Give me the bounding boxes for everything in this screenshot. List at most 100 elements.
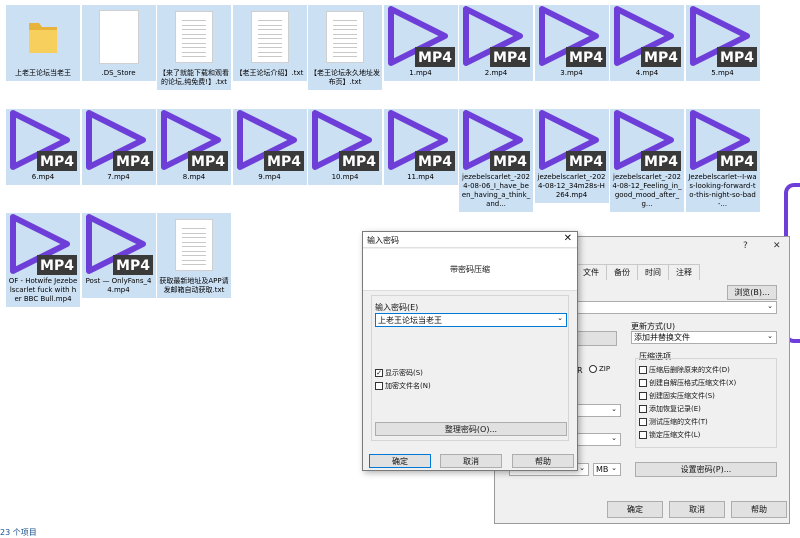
file-name: jezebelscarlet_-2024-08-12_34m28s-H264.m… <box>537 173 606 199</box>
compression-method-select[interactable]: ⌄ <box>573 404 621 417</box>
file-item[interactable]: MP4 9.mp4 <box>232 109 307 185</box>
chevron-down-icon: ⌄ <box>579 464 585 472</box>
file-item[interactable]: MP4 jezebelscarlet_-2024-08-06_I_have_bee… <box>459 109 533 212</box>
mp4-badge: MP4 <box>493 154 527 170</box>
option-checkbox[interactable]: 测试压缩的文件(T) <box>639 417 708 427</box>
file-item[interactable]: 【来了就能下载和观看的论坛,纯免费!】.txt <box>157 5 231 90</box>
mp4-play-icon: MP4 <box>689 110 757 171</box>
password-value: 上老王论坛当老王 <box>378 315 442 325</box>
text-line <box>182 42 206 44</box>
mp4-play-icon: MP4 <box>312 110 379 171</box>
file-item[interactable]: MP4 3.mp4 <box>534 5 609 81</box>
option-checkbox[interactable]: 添加恢复记录(E) <box>639 404 701 414</box>
archive-name-select[interactable]: ⌄ <box>573 301 777 314</box>
mp4-play-icon: MP4 <box>689 6 757 67</box>
mp4-play-icon: MP4 <box>10 214 77 275</box>
archive-help-button[interactable]: 帮助 <box>731 501 787 518</box>
dictionary-size-select[interactable]: ⌄ <box>573 433 621 446</box>
browse-button[interactable]: 浏览(B)... <box>727 285 777 300</box>
option-checkbox[interactable]: 创建自解压格式压缩文件(X) <box>639 378 736 388</box>
file-item[interactable]: MP4 2.mp4 <box>459 5 533 81</box>
file-name: 9.mp4 <box>258 173 281 181</box>
mp4-file-icon: MP4 <box>82 213 156 277</box>
text-line <box>257 56 282 57</box>
close-icon[interactable]: ✕ <box>773 241 781 251</box>
mp4-play-icon: MP4 <box>85 214 153 275</box>
mp4-play-icon: MP4 <box>538 6 606 67</box>
file-name: 4.mp4 <box>635 69 659 77</box>
file-item[interactable]: MP4 6.mp4 <box>6 109 80 185</box>
mp4-play-icon: MP4 <box>614 6 681 67</box>
profile-button[interactable] <box>573 331 617 346</box>
file-item[interactable]: MP4 5.mp4 <box>685 5 760 81</box>
text-line <box>333 42 357 44</box>
tab-files[interactable]: 文件 <box>575 264 607 280</box>
text-line <box>257 42 282 44</box>
text-line <box>333 38 357 39</box>
encrypt-names-label: 加密文件名(N) <box>385 382 431 390</box>
option-checkbox[interactable]: 锁定压缩文件(L) <box>639 430 700 440</box>
text-line <box>257 20 282 21</box>
close-icon[interactable]: ✕ <box>564 233 572 244</box>
file-item[interactable]: 获取最新地址及APP请发邮箱自动获取.txt <box>157 213 231 298</box>
status-bar: 23 个项目 <box>0 527 37 538</box>
file-item[interactable]: MP4 8.mp4 <box>157 109 231 185</box>
text-line <box>257 24 282 26</box>
mp4-badge: MP4 <box>342 154 376 170</box>
option-checkbox[interactable]: 创建固实压缩文件(S) <box>639 391 715 401</box>
text-line <box>333 20 357 21</box>
chevron-down-icon: ⌄ <box>767 302 773 310</box>
file-item[interactable]: MP4 11.mp4 <box>383 109 458 185</box>
archive-tabs: 文件 备份 时间 注释 <box>575 264 700 280</box>
file-item[interactable]: MP4 7.mp4 <box>81 109 156 185</box>
text-line <box>182 29 206 30</box>
file-item[interactable]: MP4 1.mp4 <box>383 5 458 81</box>
archive-ok-button[interactable]: 确定 <box>607 501 663 518</box>
encrypt-names-checkbox[interactable]: 加密文件名(N) <box>375 381 431 391</box>
file-item[interactable]: 【老王论坛永久地址发布页】.txt <box>308 5 382 90</box>
password-input[interactable]: 上老王论坛当老王 ⌄ <box>375 313 567 327</box>
password-ok-button[interactable]: 确定 <box>369 454 431 468</box>
file-name: OF - Hotwife Jezebelscarlet fuck with he… <box>8 277 78 303</box>
organize-passwords-button[interactable]: 整理密码(O)... <box>375 422 567 436</box>
text-line <box>333 51 357 53</box>
blank-page <box>98 10 139 64</box>
file-item[interactable]: .DS_Store <box>81 5 156 81</box>
file-item[interactable]: MP4 4.mp4 <box>610 5 684 81</box>
tab-backup[interactable]: 备份 <box>606 264 638 280</box>
archive-cancel-button[interactable]: 取消 <box>669 501 725 518</box>
tab-time[interactable]: 时间 <box>637 264 669 280</box>
file-item[interactable]: MP4 jezebelscarlet_-2024-08-12_34m28s-H26… <box>534 109 609 203</box>
help-icon[interactable]: ? <box>743 241 748 251</box>
file-item[interactable]: MP4 jezebelscarlet_-2024-08-12_Feeling_in… <box>610 109 684 212</box>
file-item[interactable]: 【老王论坛介绍】.txt <box>232 5 307 81</box>
password-cancel-button[interactable]: 取消 <box>440 454 502 468</box>
mp4-play-icon: MP4 <box>463 110 530 171</box>
option-checkbox[interactable]: 压缩后删除原来的文件(D) <box>639 365 730 375</box>
text-line <box>182 264 206 265</box>
show-password-checkbox[interactable]: ✓ 显示密码(S) <box>375 368 423 378</box>
password-help-button[interactable]: 帮助 <box>512 454 574 468</box>
size-unit-select[interactable]: MB ⌄ <box>593 463 621 476</box>
option-label: 测试压缩的文件(T) <box>649 418 708 426</box>
mp4-badge: MP4 <box>116 154 150 170</box>
option-label: 创建固实压缩文件(S) <box>649 392 715 400</box>
text-line <box>182 250 206 252</box>
tab-comment[interactable]: 注释 <box>668 264 700 280</box>
file-item[interactable]: 上老王论坛当老王 <box>6 5 80 81</box>
password-dialog: 输入密码 ✕ 带密码压缩 输入密码(E) 上老王论坛当老王 ⌄ ✓ 显示密码(S… <box>362 231 578 471</box>
set-password-button[interactable]: 设置密码(P)... <box>635 462 777 477</box>
update-mode-select[interactable]: 添加并替换文件 ⌄ <box>631 331 777 344</box>
mp4-badge: MP4 <box>40 258 74 274</box>
file-item[interactable]: MP4 OF - Hotwife Jezebelscarlet fuck with… <box>6 213 80 307</box>
option-label: 压缩后删除原来的文件(D) <box>649 366 730 374</box>
file-item[interactable]: MP4 Jezebelscarlet--I-was-looking-forward… <box>685 109 760 212</box>
format-zip-radio[interactable]: ZIP <box>589 365 610 373</box>
file-item[interactable]: MP4 Post — OnlyFans_44.mp4 <box>81 213 156 298</box>
file-item[interactable]: MP4 10.mp4 <box>308 109 382 185</box>
mp4-badge: MP4 <box>720 154 754 170</box>
mp4-play-icon: MP4 <box>463 6 530 67</box>
mp4-play-icon: MP4 <box>85 110 153 171</box>
chevron-down-icon: ⌄ <box>557 314 563 322</box>
password-label: 输入密码(E) <box>375 303 419 312</box>
